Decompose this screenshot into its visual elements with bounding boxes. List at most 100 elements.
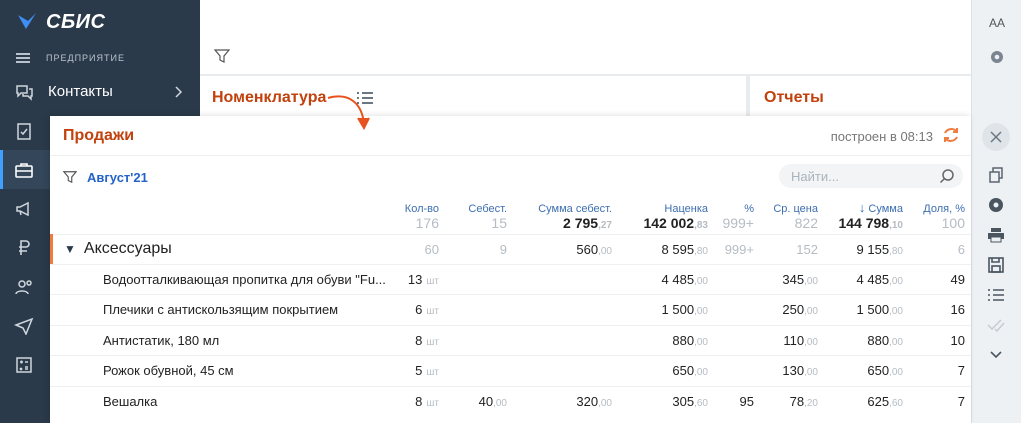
item-cost-sum: 320,00 <box>513 385 618 417</box>
font-size-button[interactable]: АА <box>972 6 1021 40</box>
header-pct[interactable]: % <box>714 200 760 215</box>
sbis-logo-icon <box>18 13 36 29</box>
item-cost-sum <box>513 294 618 325</box>
table-row[interactable]: Плечики с антискользящим покрытием 6 шт 1 5… <box>50 294 971 325</box>
close-button[interactable] <box>982 123 1010 151</box>
item-avg: 250,00 <box>760 294 824 325</box>
group-pct: 999+ <box>714 233 760 264</box>
item-pct: 95 <box>714 385 760 417</box>
item-name[interactable]: Антистатик, 180 мл <box>50 324 397 356</box>
header-cost[interactable]: Себест. <box>445 200 513 215</box>
top-bar <box>200 0 971 74</box>
group-qty: 60 <box>397 233 445 264</box>
close-icon <box>990 131 1002 143</box>
settings-button[interactable] <box>972 40 1021 74</box>
reports-title[interactable]: Отчеты <box>764 89 824 107</box>
header-sum[interactable]: ↓ Сумма <box>824 200 909 215</box>
table-row[interactable]: Вешалка 8 шт 40,00 320,00 305,60 95 78,20 625,60… <box>50 385 971 417</box>
header-qty[interactable]: Кол-во <box>397 200 445 215</box>
more-button[interactable] <box>971 340 1021 370</box>
menu-icon[interactable] <box>16 51 30 65</box>
item-name[interactable]: Рожок обувной, 45 см <box>50 355 397 386</box>
list-icon <box>988 289 1004 301</box>
nomenclature-title[interactable]: Номенклатура <box>212 89 326 107</box>
header-markup[interactable]: Наценка <box>618 200 714 215</box>
panel-title: Продажи <box>63 127 135 144</box>
group-share: 6 <box>909 233 971 264</box>
item-pct <box>714 324 760 356</box>
copy-icon <box>989 167 1003 183</box>
send-icon <box>14 316 34 336</box>
table-body: Водоотталкивающая пропитка для обуви "Fu… <box>50 263 971 417</box>
total-pct: 999+ <box>722 215 754 231</box>
clipboard-check-icon <box>14 121 34 141</box>
table-row[interactable]: Водоотталкивающая пропитка для обуви "Fu… <box>50 263 971 295</box>
table-row[interactable]: Антистатик, 180 мл 8 шт 880,00 110,00 880,00 1… <box>50 324 971 356</box>
item-name[interactable]: Водоотталкивающая пропитка для обуви "Fu… <box>50 263 397 295</box>
megaphone-icon <box>14 199 34 219</box>
item-cost <box>445 263 513 295</box>
item-name[interactable]: Вешалка <box>50 385 397 417</box>
total-cost: 15 <box>491 215 507 231</box>
item-avg: 345,00 <box>760 263 824 295</box>
item-cost <box>445 324 513 356</box>
total-avg: 822 <box>794 215 818 231</box>
save-button[interactable] <box>971 250 1021 280</box>
item-share: 16 <box>909 294 971 325</box>
item-cost <box>445 294 513 325</box>
group-row[interactable]: ▼ Аксессуары 60 9 560,00 8 595,80 999+ 15… <box>50 233 971 264</box>
company-selector[interactable]: ПРЕДПРИЯТИЕ <box>0 44 200 72</box>
group-cost: 9 <box>445 233 513 264</box>
group-name[interactable]: ▼ Аксессуары <box>50 233 397 264</box>
gear-icon <box>991 51 1003 63</box>
refresh-icon[interactable] <box>941 125 961 145</box>
item-avg: 110,00 <box>760 324 824 356</box>
item-share: 49 <box>909 263 971 295</box>
item-qty: 8 шт <box>397 385 445 417</box>
header-name <box>50 200 397 215</box>
item-pct <box>714 263 760 295</box>
chevron-right-icon[interactable] <box>168 82 188 102</box>
filter-icon[interactable] <box>214 48 230 64</box>
list-icon[interactable] <box>355 90 375 106</box>
header-sum-label: Сумма <box>868 203 903 215</box>
app-logo[interactable]: СБИС <box>0 0 200 44</box>
totals-label <box>50 215 397 234</box>
mark-button[interactable] <box>971 310 1021 340</box>
item-qty: 6 шт <box>397 294 445 325</box>
panel-settings-button[interactable] <box>971 190 1021 220</box>
filter-icon[interactable] <box>63 170 77 184</box>
table-row[interactable]: Рожок обувной, 45 см 5 шт 650,00 130,00 650,0… <box>50 355 971 386</box>
check-mark-icon <box>987 319 1005 332</box>
built-time: построен в 08:13 <box>830 129 933 144</box>
period-filter[interactable]: Август'21 <box>87 170 148 185</box>
item-sum: 1 500,00 <box>824 294 909 325</box>
total-share: 100 <box>941 215 965 231</box>
header-share[interactable]: Доля, % <box>909 200 971 215</box>
item-name[interactable]: Плечики с антискользящим покрытием <box>50 294 397 325</box>
ruble-icon <box>14 238 34 258</box>
item-sum: 650,00 <box>824 355 909 386</box>
group-sum: 9 155,80 <box>824 233 909 264</box>
list-view-button[interactable] <box>971 280 1021 310</box>
item-cost-sum <box>513 263 618 295</box>
item-markup: 305,60 <box>618 385 714 417</box>
search-input[interactable]: Найти... <box>779 164 963 188</box>
sidebar-item-contacts[interactable]: Контакты <box>0 72 200 111</box>
item-avg: 130,00 <box>760 355 824 386</box>
item-sum: 880,00 <box>824 324 909 356</box>
header-cost-sum[interactable]: Сумма себест. <box>513 200 618 215</box>
item-share: 7 <box>909 355 971 386</box>
print-button[interactable] <box>971 220 1021 250</box>
item-pct <box>714 355 760 386</box>
panel-header: Продажи построен в 08:13 <box>50 116 971 156</box>
people-icon <box>14 277 34 297</box>
search-placeholder: Найти... <box>791 169 839 184</box>
collapse-triangle-icon[interactable]: ▼ <box>64 242 76 256</box>
copy-button[interactable] <box>971 160 1021 190</box>
header-avg-price[interactable]: Ср. цена <box>760 200 824 215</box>
save-icon <box>988 257 1004 273</box>
item-share: 10 <box>909 324 971 356</box>
sort-arrow-icon: ↓ <box>858 200 866 215</box>
search-icon[interactable] <box>939 168 955 184</box>
